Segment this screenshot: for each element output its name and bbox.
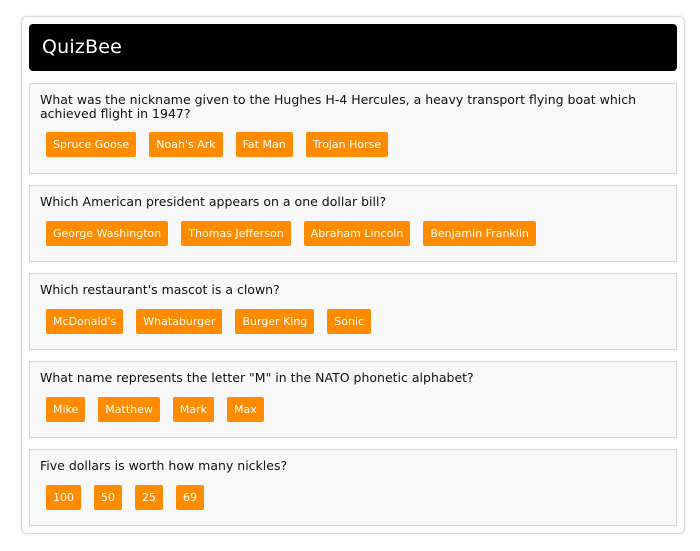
answer-button[interactable]: 69 — [176, 485, 204, 510]
question-text: Five dollars is worth how many nickles? — [40, 458, 288, 473]
question-card: What was the nickname given to the Hughe… — [29, 83, 677, 174]
question-card: What name represents the letter "M" in t… — [29, 361, 677, 438]
app-header: QuizBee — [29, 24, 677, 71]
answer-button[interactable]: Matthew — [98, 397, 160, 422]
answer-button[interactable]: 25 — [135, 485, 163, 510]
answer-button[interactable]: Benjamin Franklin — [423, 221, 536, 246]
answer-list: 100 50 25 69 — [46, 485, 204, 510]
answer-button[interactable]: Thomas Jefferson — [181, 221, 291, 246]
app-title: QuizBee — [42, 36, 123, 58]
answer-button[interactable]: 50 — [94, 485, 122, 510]
answer-list: McDonald's Whataburger Burger King Sonic — [46, 309, 372, 334]
question-text: Which restaurant's mascot is a clown? — [40, 282, 280, 297]
question-text: What was the nickname given to the Hughe… — [40, 92, 637, 121]
answer-button[interactable]: 100 — [46, 485, 81, 510]
question-text: Which American president appears on a on… — [40, 194, 387, 209]
answer-button[interactable]: Trojan Horse — [305, 132, 389, 157]
answer-list: Mike Matthew Mark Max — [46, 397, 264, 422]
answer-button[interactable]: Spruce Goose — [46, 132, 137, 157]
answer-button[interactable]: Burger King — [235, 309, 315, 334]
answer-button[interactable]: George Washington — [46, 221, 169, 246]
quiz-app: QuizBee What was the nickname given to t… — [21, 16, 685, 534]
answer-button[interactable]: McDonald's — [46, 309, 124, 334]
answer-button[interactable]: Whataburger — [136, 309, 223, 334]
answer-list: George Washington Thomas Jefferson Abrah… — [46, 221, 536, 246]
answer-button[interactable]: Noah's Ark — [149, 132, 223, 157]
question-card: Five dollars is worth how many nickles? … — [29, 449, 677, 526]
question-card: Which restaurant's mascot is a clown? Mc… — [29, 273, 677, 350]
answer-list: Spruce Goose Noah's Ark Fat Man Trojan H… — [46, 132, 389, 157]
question-text: What name represents the letter "M" in t… — [40, 370, 474, 385]
answer-button[interactable]: Mark — [172, 397, 215, 422]
answer-button[interactable]: Max — [227, 397, 264, 422]
answer-button[interactable]: Mike — [46, 397, 86, 422]
question-card: Which American president appears on a on… — [29, 185, 677, 262]
answer-button[interactable]: Sonic — [327, 309, 372, 334]
answer-button[interactable]: Fat Man — [235, 132, 293, 157]
answer-button[interactable]: Abraham Lincoln — [303, 221, 411, 246]
